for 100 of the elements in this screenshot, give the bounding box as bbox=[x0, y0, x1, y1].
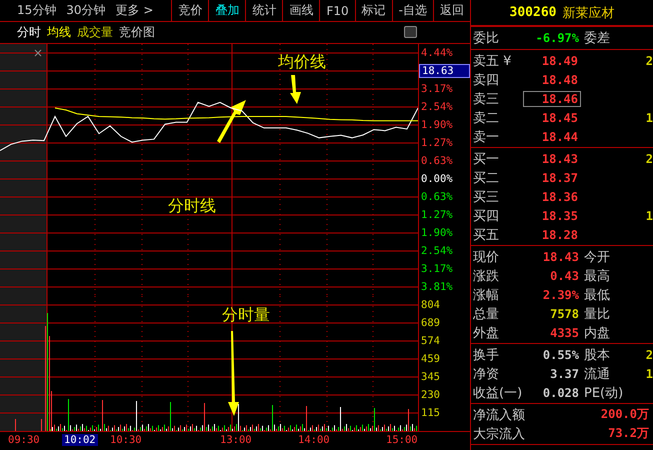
order-level-label: 买二 bbox=[473, 170, 500, 186]
axis-label: 115 bbox=[420, 406, 440, 419]
field-label: 最低 bbox=[583, 286, 611, 304]
order-price[interactable]: 18.49 bbox=[523, 52, 581, 68]
cursor-price-label: 18.63 bbox=[419, 64, 470, 78]
toggle-icon[interactable] bbox=[404, 26, 417, 38]
order-price[interactable]: 18.45 bbox=[523, 110, 581, 126]
order-level-label: 卖二 bbox=[473, 110, 500, 126]
field-label: 净流入额 bbox=[473, 406, 525, 424]
order-price[interactable]: 18.36 bbox=[523, 188, 581, 204]
order-price[interactable]: 18.44 bbox=[523, 128, 581, 144]
field-value: 3.37 bbox=[549, 366, 580, 380]
axis-label: 1.90% bbox=[420, 226, 453, 239]
field-value: 0.55% bbox=[542, 348, 580, 362]
arrow-icon bbox=[217, 100, 246, 143]
annotation-label: 分时线 bbox=[168, 198, 216, 214]
arrow-icon bbox=[228, 330, 239, 416]
chart-tab[interactable]: 均线 bbox=[47, 24, 71, 41]
field-label: 净资 bbox=[473, 366, 500, 382]
field-label: 外盘 bbox=[473, 324, 500, 342]
order-level-label: 卖三 bbox=[473, 90, 500, 108]
time-label: 10:02 bbox=[62, 434, 98, 446]
time-label: 15:00 bbox=[385, 434, 419, 446]
order-level-label: 卖一 bbox=[473, 128, 500, 146]
close-icon[interactable] bbox=[34, 49, 42, 56]
order-price[interactable]: 18.28 bbox=[523, 226, 581, 242]
axis-label: 2.54% bbox=[420, 100, 453, 113]
field-value: 2 bbox=[646, 348, 653, 362]
order-level-label: 卖四 bbox=[473, 72, 500, 88]
order-level-label: 卖五 ¥ bbox=[473, 52, 512, 70]
field-value: 2.39% bbox=[542, 288, 580, 302]
axis-label: 3.81% bbox=[420, 280, 453, 293]
order-price[interactable]: 18.35 bbox=[523, 208, 581, 224]
order-price[interactable]: 18.37 bbox=[523, 170, 581, 186]
order-volume: 2 bbox=[646, 54, 653, 68]
time-label: 13:00 bbox=[219, 434, 253, 446]
axis-label: 1.27% bbox=[420, 136, 453, 149]
stock-name: 新莱应材 bbox=[562, 4, 614, 22]
axis-label: 3.17% bbox=[420, 82, 453, 95]
field-label: 流通 bbox=[583, 366, 611, 382]
field-label: PE(动) bbox=[583, 384, 624, 402]
order-volume: 1 bbox=[646, 110, 653, 124]
axis-label: 0.63% bbox=[420, 190, 453, 203]
order-volume: 2 bbox=[646, 152, 653, 166]
axis-label: 1.90% bbox=[420, 118, 453, 131]
field-label: 量比 bbox=[583, 306, 611, 322]
arrow-icon bbox=[290, 74, 301, 104]
axis-label: 0.00% bbox=[420, 172, 453, 185]
axis-label: 574 bbox=[420, 334, 440, 347]
axis-label: 2.54% bbox=[420, 244, 453, 257]
field-value: 0.43 bbox=[549, 268, 580, 282]
field-value: -6.97% bbox=[534, 31, 580, 45]
field-label: 内盘 bbox=[583, 324, 611, 342]
axis-label: 230 bbox=[420, 388, 440, 401]
field-label: 委比 bbox=[473, 30, 500, 47]
field-value: 200.0万 bbox=[600, 406, 650, 423]
axis-label: 345 bbox=[420, 370, 440, 383]
period-tab[interactable]: 更多 > bbox=[116, 2, 154, 20]
field-label: 今开 bbox=[583, 248, 611, 266]
order-level-label: 买四 bbox=[473, 208, 500, 224]
order-price[interactable]: 18.43 bbox=[523, 150, 581, 166]
time-label: 10:30 bbox=[109, 434, 143, 446]
annotation-label: 均价线 bbox=[278, 54, 326, 70]
time-label: 09:30 bbox=[7, 434, 41, 446]
field-label: 股本 bbox=[583, 346, 611, 364]
order-price[interactable]: 18.48 bbox=[523, 72, 581, 88]
chart-tab[interactable]: 成交量 bbox=[77, 24, 113, 41]
axis-label: 0.63% bbox=[420, 154, 453, 167]
axis-label: 459 bbox=[420, 352, 440, 365]
field-label: 委差 bbox=[583, 30, 611, 47]
axis-label: 689 bbox=[420, 316, 440, 329]
field-value: 73.2万 bbox=[607, 425, 650, 442]
field-value: 1 bbox=[646, 366, 653, 380]
order-level-label: 买三 bbox=[473, 188, 500, 206]
chart-tab[interactable]: 分时 bbox=[17, 24, 41, 41]
field-value: 0.028 bbox=[542, 386, 580, 400]
field-label: 换手 bbox=[473, 346, 500, 364]
axis-label: 1.27% bbox=[420, 208, 453, 221]
field-value: 18.43 bbox=[542, 250, 580, 264]
field-label: 收益(一) bbox=[473, 384, 523, 402]
axis-label: 804 bbox=[420, 298, 440, 311]
order-volume: 1 bbox=[646, 208, 653, 222]
field-label: 涨跌 bbox=[473, 268, 500, 284]
field-label: 现价 bbox=[473, 248, 500, 266]
field-value: 7578 bbox=[549, 306, 580, 320]
period-tab[interactable]: 15分钟 bbox=[17, 2, 56, 20]
field-label: 大宗流入 bbox=[473, 426, 525, 442]
time-label: 14:00 bbox=[297, 434, 331, 446]
order-level-label: 买一 bbox=[473, 150, 500, 168]
field-label: 总量 bbox=[473, 306, 500, 322]
period-tab[interactable]: 30分钟 bbox=[66, 2, 106, 20]
chart-tab[interactable]: 竞价图 bbox=[119, 24, 155, 41]
field-label: 最高 bbox=[583, 268, 611, 284]
field-label: 涨幅 bbox=[473, 286, 500, 304]
order-level-label: 买五 bbox=[473, 226, 500, 244]
stock-code: 300260 bbox=[510, 5, 556, 20]
field-value: 4335 bbox=[549, 326, 580, 340]
order-price[interactable]: 18.46 bbox=[523, 90, 581, 106]
axis-label: 3.17% bbox=[420, 262, 453, 275]
axis-label: 4.44% bbox=[420, 46, 453, 59]
